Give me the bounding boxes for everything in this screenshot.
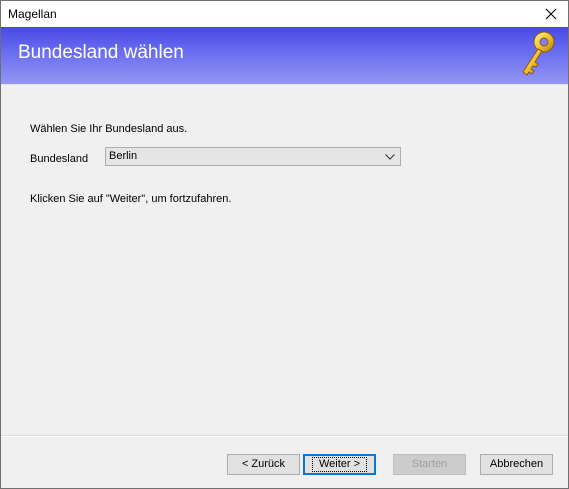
next-button[interactable]: Weiter > bbox=[303, 454, 376, 475]
hint-text: Klicken Sie auf "Weiter", um fortzufahre… bbox=[30, 193, 232, 205]
close-icon bbox=[545, 8, 557, 20]
key-icon bbox=[522, 31, 555, 76]
close-button[interactable] bbox=[534, 1, 568, 27]
back-button-label: < Zurück bbox=[241, 458, 286, 470]
window-title: Magellan bbox=[8, 7, 57, 21]
content-area: Wählen Sie Ihr Bundesland aus. Bundeslan… bbox=[1, 85, 568, 435]
next-button-label: Weiter > bbox=[311, 457, 368, 472]
header-banner: Bundesland wählen bbox=[1, 27, 568, 84]
start-button[interactable]: Starten bbox=[393, 454, 466, 475]
cancel-button[interactable]: Abbrechen bbox=[480, 454, 553, 475]
state-dropdown[interactable]: Berlin bbox=[105, 147, 401, 166]
cancel-button-label: Abbrechen bbox=[489, 458, 544, 470]
back-button[interactable]: < Zurück bbox=[227, 454, 300, 475]
state-label: Bundesland bbox=[30, 153, 89, 165]
chevron-down-icon bbox=[385, 154, 395, 160]
start-button-label: Starten bbox=[411, 458, 448, 470]
state-dropdown-value: Berlin bbox=[109, 150, 138, 162]
wizard-window: Magellan Bundesland wählen Wählen Sie Ih… bbox=[0, 0, 569, 489]
intro-text: Wählen Sie Ihr Bundesland aus. bbox=[30, 123, 188, 135]
footer-divider-highlight bbox=[1, 436, 568, 437]
page-title: Bundesland wählen bbox=[18, 42, 184, 63]
title-bar: Magellan bbox=[1, 1, 568, 27]
